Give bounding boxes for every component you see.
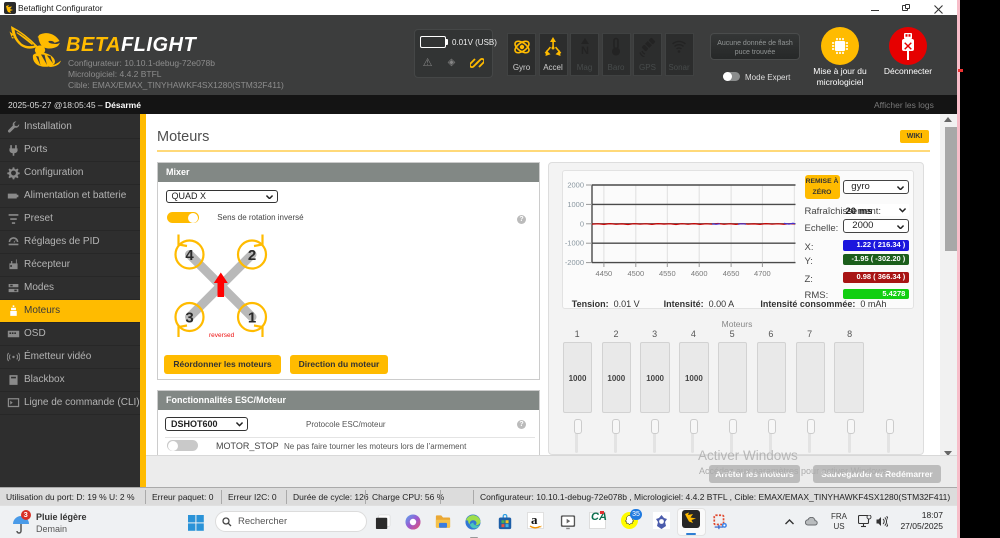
svg-text:4500: 4500	[627, 269, 644, 278]
svg-text:1000: 1000	[567, 200, 584, 209]
svg-text:2000: 2000	[567, 181, 584, 190]
svg-text:N: N	[581, 45, 589, 57]
svg-text:4550: 4550	[658, 269, 675, 278]
svg-text:4600: 4600	[690, 269, 707, 278]
svg-text:4650: 4650	[722, 269, 739, 278]
svg-text:0: 0	[579, 219, 583, 228]
svg-text:4700: 4700	[754, 269, 771, 278]
svg-text:1: 1	[248, 310, 256, 327]
svg-text:2: 2	[248, 247, 256, 264]
svg-text:3: 3	[185, 310, 193, 327]
svg-text:-2000: -2000	[564, 258, 583, 267]
svg-text:4: 4	[185, 247, 194, 264]
svg-text:-1000: -1000	[564, 239, 583, 248]
svg-text:4450: 4450	[595, 269, 612, 278]
